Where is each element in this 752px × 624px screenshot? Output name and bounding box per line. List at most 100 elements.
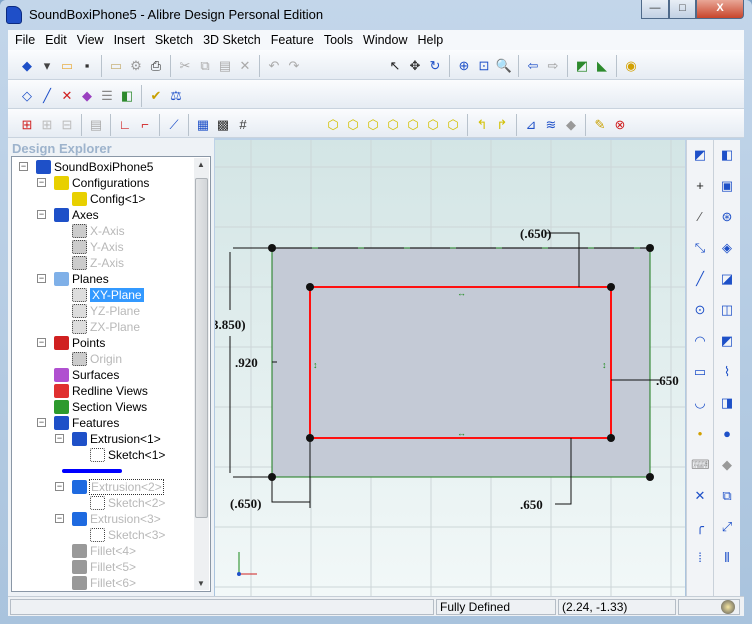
sketch-mode-icon[interactable]: ◩	[691, 146, 709, 164]
thread-icon[interactable]: ⌇	[718, 363, 736, 381]
dimension-toggle-icon[interactable]: ⟋	[165, 116, 183, 134]
view-left-icon[interactable]: ⬡	[384, 116, 402, 134]
dimension-left-outer[interactable]: 3.850)	[215, 317, 246, 332]
tree-item[interactable]: X-Axis	[72, 223, 125, 239]
tree-item[interactable]: Sketch<2>	[90, 495, 165, 511]
open-folder-icon[interactable]: ▭	[58, 57, 76, 75]
collapse-toggle-icon[interactable]: −	[19, 162, 28, 171]
menu-help[interactable]: Help	[417, 30, 443, 47]
menu-view[interactable]: View	[77, 30, 104, 47]
turn-right-icon[interactable]: ↱	[493, 116, 511, 134]
tree-item[interactable]: ZX-Plane	[72, 319, 140, 335]
collapse-toggle-icon[interactable]: −	[55, 434, 64, 443]
scroll-thumb[interactable]	[195, 178, 208, 518]
section-icon[interactable]: ≋	[542, 116, 560, 134]
tree-item[interactable]: Section Views	[54, 399, 147, 415]
sketch-l-icon[interactable]: ∟	[116, 116, 134, 134]
loft-icon[interactable]: ◈	[718, 239, 736, 257]
grid-select-icon[interactable]: ▩	[214, 116, 232, 134]
surface-icon[interactable]: ◆	[78, 87, 96, 105]
properties-icon[interactable]: ⚙	[127, 57, 145, 75]
menu-edit[interactable]: Edit	[45, 30, 67, 47]
cut-icon[interactable]: ✂	[176, 57, 194, 75]
constraint-icon[interactable]: ⊞	[18, 116, 36, 134]
render-icon[interactable]: ◉	[622, 57, 640, 75]
rotate-icon[interactable]: ↻	[426, 57, 444, 75]
revolve-icon[interactable]: ⊛	[718, 208, 736, 226]
dimension-icon[interactable]: ⤡	[691, 239, 709, 257]
view-bottom-icon[interactable]: ⬡	[444, 116, 462, 134]
grid-snap-icon[interactable]: ▦	[194, 116, 212, 134]
dimension-bottom-right[interactable]: .650	[520, 497, 543, 512]
vertex[interactable]	[607, 283, 615, 291]
print-icon[interactable]: ⎙	[147, 57, 165, 75]
normal-view-icon[interactable]: ◣	[593, 57, 611, 75]
copy-icon[interactable]: ⧉	[196, 57, 214, 75]
tree-item[interactable]: − Points	[37, 335, 105, 351]
globe-icon[interactable]	[721, 600, 735, 614]
tree-item[interactable]: Config<1>	[72, 191, 145, 207]
collapse-toggle-icon[interactable]: −	[37, 210, 46, 219]
sweep-icon[interactable]: ◪	[718, 270, 736, 288]
tree-item[interactable]: − Extrusion<1>	[55, 431, 161, 447]
tree-item[interactable]: − Extrusion<2>	[55, 479, 164, 495]
hole-icon[interactable]: ◩	[718, 332, 736, 350]
tree-item[interactable]: Sketch<1>	[90, 447, 165, 463]
zoom-fit-icon[interactable]: 🔍	[495, 57, 513, 75]
view-right-icon[interactable]: ⬡	[404, 116, 422, 134]
tree-item[interactable]: − Axes	[37, 207, 99, 223]
axis-icon[interactable]: ╱	[38, 87, 56, 105]
clipboard-icon[interactable]: ▤	[87, 116, 105, 134]
collapse-toggle-icon[interactable]: −	[55, 482, 64, 491]
extrude-icon[interactable]: ◧	[718, 146, 736, 164]
open-folder-disabled-icon[interactable]: ▭	[107, 57, 125, 75]
pan-icon[interactable]: ✥	[406, 57, 424, 75]
collapse-toggle-icon[interactable]: −	[37, 274, 46, 283]
menu-sketch[interactable]: Sketch	[155, 30, 193, 47]
circle-icon[interactable]: ⊙	[691, 301, 709, 319]
fillet-sketch-icon[interactable]: ╭	[691, 518, 709, 536]
maximize-button[interactable]: □	[669, 0, 696, 19]
collapse-toggle-icon[interactable]: −	[37, 178, 46, 187]
menu-insert[interactable]: Insert	[114, 30, 145, 47]
tree-item[interactable]: Surfaces	[54, 367, 119, 383]
sketch-plane-icon[interactable]: ◩	[573, 57, 591, 75]
minimize-button[interactable]: —	[641, 0, 669, 19]
constraint2-disabled-icon[interactable]: ⊟	[58, 116, 76, 134]
delete-icon[interactable]: ✕	[236, 57, 254, 75]
collapse-toggle-icon[interactable]: −	[37, 418, 46, 427]
plane-icon[interactable]: ◇	[18, 87, 36, 105]
list-icon[interactable]: ☰	[98, 87, 116, 105]
tree-item[interactable]: Sketch<3>	[90, 527, 165, 543]
zoom-window-icon[interactable]: ⊡	[475, 57, 493, 75]
point-icon[interactable]: ✕	[58, 87, 76, 105]
origin-icon[interactable]: ⊗	[611, 116, 629, 134]
tree-item[interactable]: − Extrusion<3>	[55, 511, 161, 527]
check-icon[interactable]: ✔	[147, 87, 165, 105]
new-part-icon[interactable]: ◆	[18, 57, 36, 75]
dimension-bottom-left[interactable]: (.650)	[230, 496, 261, 511]
boss-icon[interactable]: ▣	[718, 177, 736, 195]
redo-icon[interactable]: ↷	[285, 57, 303, 75]
vertex[interactable]	[646, 473, 654, 481]
vertex[interactable]	[646, 244, 654, 252]
sketch-canvas[interactable]: ↔ ↔ ↕ ↕ (.650) .650 3.850) .920 (.650) .…	[215, 140, 685, 596]
line-icon[interactable]: ⁄	[691, 208, 709, 226]
select-arrow-icon[interactable]: ↖	[386, 57, 404, 75]
tree-scrollbar[interactable]: ▲ ▼	[194, 158, 209, 590]
section-disabled-icon[interactable]: ◆	[562, 116, 580, 134]
tree-item[interactable]: − Configurations	[37, 175, 149, 191]
view-back-icon[interactable]: ⬡	[364, 116, 382, 134]
forward-arrow-icon[interactable]: ⇨	[544, 57, 562, 75]
tree-item[interactable]: − SoundBoxiPhone5	[19, 159, 153, 175]
close-button[interactable]: X	[696, 0, 744, 19]
shell-icon[interactable]: ◨	[718, 394, 736, 412]
scroll-up-icon[interactable]: ▲	[197, 160, 205, 169]
tree-item[interactable]: − Planes	[37, 271, 109, 287]
fillet-icon[interactable]: ●	[718, 425, 736, 443]
cut-icon[interactable]: ◫	[718, 301, 736, 319]
tree-item[interactable]: − Features	[37, 415, 119, 431]
menu-file[interactable]: File	[15, 30, 35, 47]
tree-item[interactable]: YZ-Plane	[72, 303, 140, 319]
tree-item[interactable]: Z-Axis	[72, 255, 124, 271]
